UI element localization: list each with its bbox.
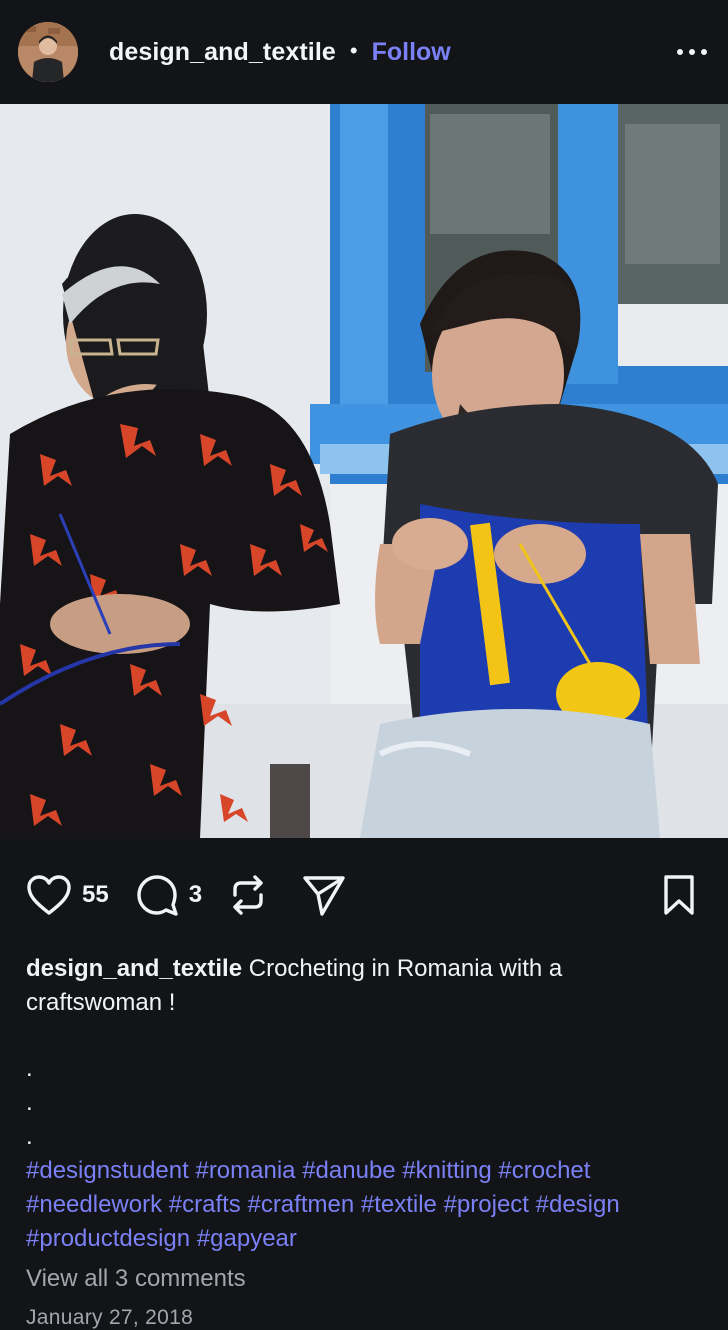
- post-date: January 27, 2018: [26, 1306, 194, 1329]
- caption-dot: .: [26, 1089, 33, 1116]
- hashtag-link[interactable]: #needlework: [26, 1191, 162, 1218]
- hashtag-link[interactable]: #productdesign: [26, 1225, 190, 1252]
- hashtag-link[interactable]: #craftmen: [247, 1191, 354, 1218]
- heart-icon: [27, 875, 71, 915]
- hashtags: #designstudent #romania #danube #knittin…: [0, 1154, 728, 1256]
- action-bar: 55 3: [0, 838, 728, 952]
- hashtag-link[interactable]: #textile: [361, 1191, 437, 1218]
- post-photo[interactable]: [0, 104, 728, 838]
- repost-button[interactable]: [228, 873, 268, 917]
- hashtag-link[interactable]: #designstudent: [26, 1157, 189, 1184]
- comment-icon: [137, 875, 178, 916]
- caption-dot: .: [26, 1123, 33, 1150]
- caption-dot: .: [26, 1055, 33, 1082]
- hashtag-link[interactable]: #danube: [302, 1157, 395, 1184]
- post-header: design_and_textile • Follow: [0, 0, 728, 104]
- share-button[interactable]: [302, 874, 346, 916]
- comment-button[interactable]: 3: [135, 873, 202, 917]
- bookmark-icon: [664, 875, 694, 915]
- caption-username[interactable]: design_and_textile: [26, 955, 242, 982]
- send-icon: [303, 876, 345, 916]
- hashtag-link[interactable]: #romania: [195, 1157, 295, 1184]
- hashtag-link[interactable]: #gapyear: [197, 1225, 297, 1252]
- follow-button[interactable]: Follow: [372, 38, 451, 67]
- hashtag-link[interactable]: #project: [444, 1191, 529, 1218]
- hashtag-link[interactable]: #knitting: [402, 1157, 491, 1184]
- hashtag-link[interactable]: #crafts: [169, 1191, 241, 1218]
- caption-dots: . . .: [0, 1052, 728, 1154]
- hashtag-link[interactable]: #design: [536, 1191, 620, 1218]
- view-comments-link[interactable]: View all 3 comments: [0, 1262, 728, 1296]
- comment-count: 3: [188, 881, 203, 908]
- avatar-image: [18, 22, 78, 82]
- avatar[interactable]: [18, 22, 78, 82]
- repost-icon: [233, 875, 263, 915]
- like-button[interactable]: 55: [26, 874, 109, 916]
- save-button[interactable]: [662, 874, 696, 916]
- like-count: 55: [82, 881, 109, 908]
- header-separator: •: [349, 38, 358, 63]
- more-horizontal-icon[interactable]: [674, 38, 710, 66]
- header-username[interactable]: design_and_textile: [109, 38, 336, 67]
- caption: design_and_textile Crocheting in Romania…: [0, 952, 728, 1020]
- hashtag-link[interactable]: #crochet: [498, 1157, 590, 1184]
